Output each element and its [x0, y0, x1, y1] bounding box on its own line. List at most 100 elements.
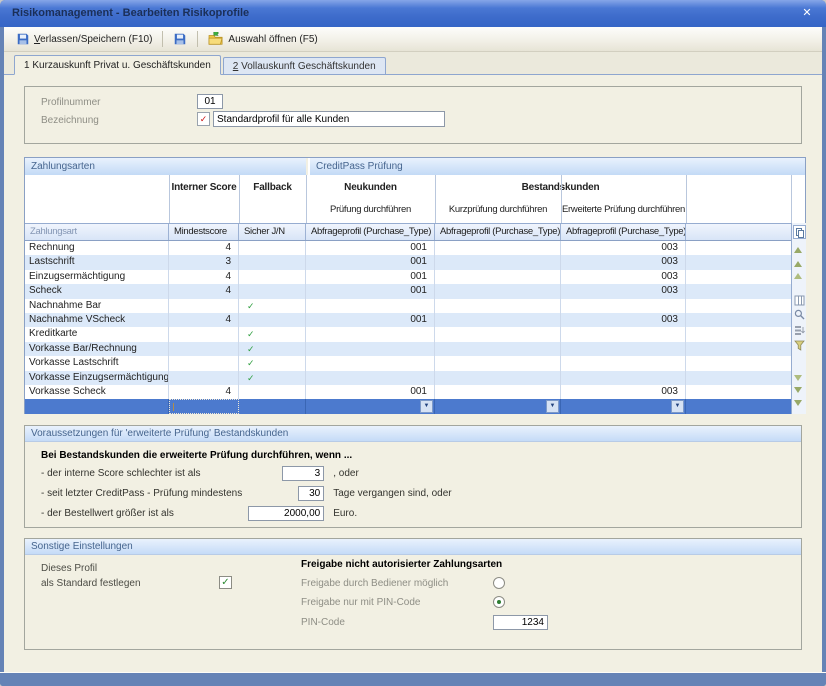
cell-zahlungsart[interactable]: Einzugsermächtigung: [25, 270, 169, 284]
page-down-icon[interactable]: [794, 375, 802, 381]
rule2-input[interactable]: [298, 486, 324, 501]
cell-zahlungsart[interactable]: Scheck: [25, 284, 169, 298]
row-up-icon[interactable]: [794, 261, 802, 267]
cell-neukunden[interactable]: 001: [306, 284, 435, 298]
checkmark-icon[interactable]: ✓: [239, 356, 306, 370]
default-profile-checkbox[interactable]: ✓: [219, 576, 232, 589]
column-zahlungsart[interactable]: Zahlungsart: [25, 224, 169, 240]
pin-code-input[interactable]: [493, 615, 548, 630]
cell-extra[interactable]: [686, 385, 791, 399]
profile-number-input[interactable]: [197, 94, 223, 109]
cell-zahlungsart[interactable]: Vorkasse Lastschrift: [25, 356, 169, 370]
cell-kurzpruefung[interactable]: [435, 241, 561, 255]
cell-neukunden[interactable]: 001: [306, 270, 435, 284]
scroll-bottom-icon[interactable]: [794, 400, 802, 406]
cell-zahlungsart[interactable]: [25, 399, 169, 414]
option-pin-radio[interactable]: [493, 596, 505, 608]
cell-erweiterte[interactable]: [561, 299, 686, 313]
cell-kurzpruefung[interactable]: [435, 356, 561, 370]
table-row[interactable]: Rechnung4001003: [25, 241, 791, 255]
cell-erweiterte[interactable]: 003: [561, 284, 686, 298]
cell-sicher[interactable]: [239, 270, 306, 284]
checkmark-icon[interactable]: ✓: [239, 327, 306, 341]
cell-sicher[interactable]: [239, 399, 306, 414]
table-row[interactable]: Scheck4 001 003: [25, 284, 791, 298]
cell-neukunden[interactable]: [306, 371, 435, 385]
open-selection-button[interactable]: Auswahl öffnen (F5): [202, 30, 323, 49]
scroll-top-icon[interactable]: [794, 247, 802, 253]
cell-mindestscore[interactable]: 4: [169, 284, 239, 298]
cell-mindestscore[interactable]: 4: [169, 313, 239, 327]
cell-extra[interactable]: [686, 371, 791, 385]
cell-kurzpruefung[interactable]: ▼: [435, 399, 561, 414]
cell-extra[interactable]: [686, 255, 791, 269]
cell-neukunden[interactable]: [306, 356, 435, 370]
cell-neukunden[interactable]: [306, 299, 435, 313]
cell-erweiterte[interactable]: 003: [561, 313, 686, 327]
cell-extra[interactable]: [686, 284, 791, 298]
cell-neukunden[interactable]: 001: [306, 385, 435, 399]
filter-icon[interactable]: [794, 340, 805, 351]
cell-erweiterte[interactable]: 003: [561, 385, 686, 399]
table-row[interactable]: Nachnahme Bar✓: [25, 299, 791, 313]
cell-kurzpruefung[interactable]: [435, 327, 561, 341]
table-row[interactable]: Vorkasse Lastschrift ✓: [25, 356, 791, 370]
option-operator-radio[interactable]: [493, 577, 505, 589]
table-row[interactable]: Nachnahme VScheck4001003: [25, 313, 791, 327]
cell-erweiterte[interactable]: 003: [561, 241, 686, 255]
table-row[interactable]: Vorkasse Einzugsermächtigung ✓: [25, 371, 791, 385]
cell-extra[interactable]: [686, 313, 791, 327]
cell-kurzpruefung[interactable]: [435, 270, 561, 284]
cell-mindestscore[interactable]: 4: [169, 385, 239, 399]
cell-mindestscore[interactable]: 4: [169, 270, 239, 284]
cell-sicher[interactable]: [239, 313, 306, 327]
cell-kurzpruefung[interactable]: [435, 299, 561, 313]
cell-mindestscore[interactable]: [169, 371, 239, 385]
cell-neukunden[interactable]: 001: [306, 255, 435, 269]
cell-zahlungsart[interactable]: Rechnung: [25, 241, 169, 255]
cell-neukunden[interactable]: [306, 342, 435, 356]
cell-neukunden[interactable]: [306, 327, 435, 341]
cell-extra[interactable]: [686, 299, 791, 313]
cell-erweiterte[interactable]: ▼: [561, 399, 686, 414]
column-abfrageprofil-erweitert[interactable]: Abfrageprofil (Purchase_Type): [561, 224, 686, 240]
cell-mindestscore[interactable]: 3: [169, 255, 239, 269]
profile-name-input[interactable]: [213, 111, 445, 127]
dropdown-icon[interactable]: ▼: [546, 400, 559, 413]
cell-erweiterte[interactable]: 003: [561, 255, 686, 269]
table-row[interactable]: Vorkasse Scheck4001003: [25, 385, 791, 399]
cell-extra[interactable]: [686, 399, 791, 414]
close-icon[interactable]: ✕: [798, 5, 816, 22]
cell-sicher[interactable]: [239, 255, 306, 269]
cell-extra[interactable]: [686, 241, 791, 255]
cell-mindestscore[interactable]: [169, 327, 239, 341]
dropdown-icon[interactable]: ▼: [671, 400, 684, 413]
cell-sicher[interactable]: [239, 241, 306, 255]
tab-kurzauskunft[interactable]: 1 Kurzauskunft Privat u. Geschäftskunden: [14, 55, 221, 75]
page-up-icon[interactable]: [794, 273, 802, 279]
table-row[interactable]: Kreditkarte ✓: [25, 327, 791, 341]
cell-mindestscore[interactable]: [169, 342, 239, 356]
column-sicher[interactable]: Sicher J/N: [239, 224, 306, 240]
cell-extra[interactable]: [686, 327, 791, 341]
cell-kurzpruefung[interactable]: [435, 313, 561, 327]
cell-mindestscore[interactable]: [169, 299, 239, 313]
cell-zahlungsart[interactable]: Kreditkarte: [25, 327, 169, 341]
cell-mindestscore-focused[interactable]: [169, 399, 239, 414]
table-row[interactable]: Einzugsermächtigung4001003: [25, 270, 791, 284]
columns-icon[interactable]: [794, 295, 805, 306]
cell-zahlungsart[interactable]: Vorkasse Bar/Rechnung: [25, 342, 169, 356]
cell-erweiterte[interactable]: [561, 356, 686, 370]
column-mindestscore[interactable]: Mindestscore: [169, 224, 239, 240]
selected-new-row[interactable]: ▼ ▼ ▼: [25, 399, 791, 414]
cell-neukunden[interactable]: 001: [306, 241, 435, 255]
dropdown-icon[interactable]: ▼: [420, 400, 433, 413]
rule3-input[interactable]: [248, 506, 324, 521]
cell-extra[interactable]: [686, 270, 791, 284]
cell-mindestscore[interactable]: [169, 356, 239, 370]
cell-sicher[interactable]: [239, 284, 306, 298]
cell-neukunden[interactable]: 001: [306, 313, 435, 327]
checkmark-icon[interactable]: ✓: [239, 371, 306, 385]
column-abfrageprofil-kurz[interactable]: Abfrageprofil (Purchase_Type): [435, 224, 561, 240]
cell-zahlungsart[interactable]: Vorkasse Einzugsermächtigung: [25, 371, 169, 385]
